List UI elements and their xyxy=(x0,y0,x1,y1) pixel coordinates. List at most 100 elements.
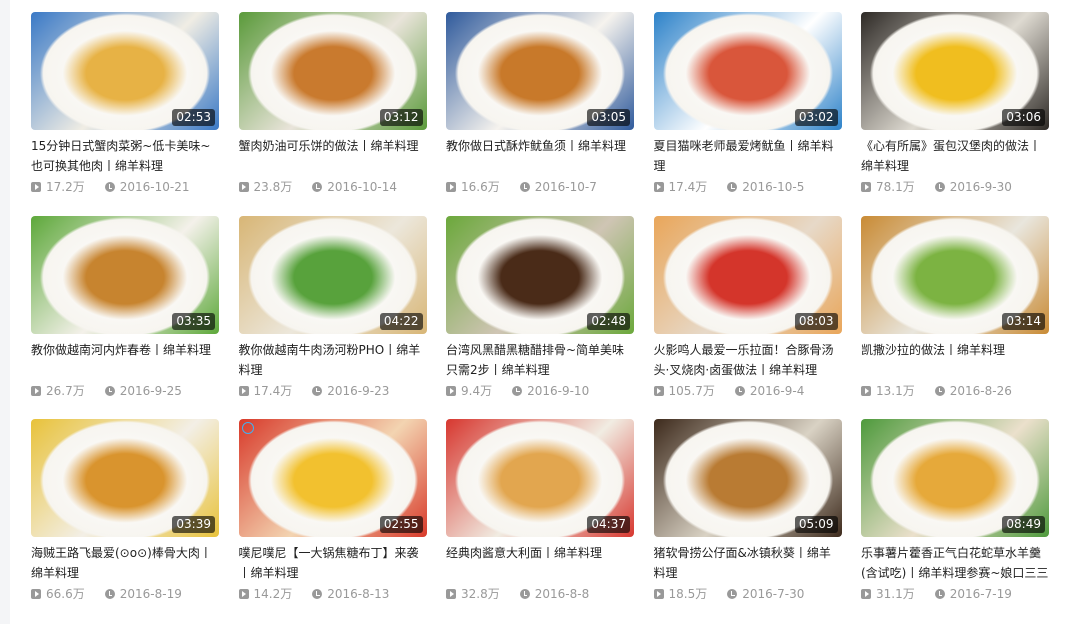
video-card[interactable]: 03:35 教你做越南河内炸春卷丨绵羊料理 26.7万 2016-9-25 xyxy=(31,215,219,420)
play-count: 26.7万 xyxy=(46,383,85,398)
video-title[interactable]: 教你做日式酥炸鱿鱼须丨绵羊料理 xyxy=(446,136,634,176)
video-thumbnail[interactable]: 08:49 xyxy=(861,419,1049,537)
video-thumbnail[interactable]: 03:39 xyxy=(31,419,219,537)
video-duration: 08:49 xyxy=(1002,516,1045,533)
video-title[interactable]: 15分钟日式蟹肉菜粥~低卡美味~也可换其他肉丨绵羊料理 xyxy=(31,136,219,176)
video-duration: 03:02 xyxy=(794,109,838,126)
video-title[interactable]: 噗尼噗尼【一大锅焦糖布丁】来袭丨绵羊料理 xyxy=(239,543,427,583)
video-meta: 17.2万 2016-10-21 xyxy=(31,179,219,195)
play-count: 9.4万 xyxy=(461,383,493,398)
play-count: 78.1万 xyxy=(876,180,915,194)
video-title[interactable]: 经典肉酱意大利面丨绵羊料理 xyxy=(446,543,634,583)
video-card[interactable]: 04:37 经典肉酱意大利面丨绵羊料理 32.8万 2016-8-8 xyxy=(446,419,634,623)
video-title[interactable]: 教你做越南河内炸春卷丨绵羊料理 xyxy=(31,340,219,380)
video-meta: 17.4万 2016-10-5 xyxy=(653,179,842,195)
video-thumbnail[interactable]: 02:53 xyxy=(31,12,219,130)
video-duration: 04:22 xyxy=(379,312,423,330)
upload-date: 2016-9-4 xyxy=(749,383,805,398)
video-thumbnail[interactable]: 04:37 xyxy=(446,419,634,537)
video-meta: 16.6万 2016-10-7 xyxy=(446,179,634,195)
upload-date: 2016-9-25 xyxy=(119,383,182,398)
video-meta: 66.6万 2016-8-19 xyxy=(31,586,219,602)
badge-icon xyxy=(241,422,254,434)
clock-icon xyxy=(104,589,115,599)
video-thumbnail[interactable]: 03:06 xyxy=(861,12,1049,130)
clock-icon xyxy=(519,182,530,192)
video-card[interactable]: 02:55 噗尼噗尼【一大锅焦糖布丁】来袭丨绵羊料理 14.2万 2016-8-… xyxy=(238,419,427,623)
video-card[interactable]: 08:03 火影鸣人最爱一乐拉面！合豚骨汤头·叉烧肉·卤蛋做法丨绵羊料理 105… xyxy=(653,215,842,420)
play-count-icon xyxy=(238,589,249,599)
play-count-icon xyxy=(653,182,664,192)
play-count-icon xyxy=(861,182,871,192)
play-count: 23.8万 xyxy=(253,180,293,194)
video-card[interactable]: 03:02 夏目猫咪老师最爱烤鱿鱼丨绵羊料理 17.4万 2016-10-5 xyxy=(653,12,842,216)
video-duration: 08:03 xyxy=(794,312,838,330)
video-title[interactable]: 火影鸣人最爱一乐拉面！合豚骨汤头·叉烧肉·卤蛋做法丨绵羊料理 xyxy=(654,340,842,380)
video-grid: 02:53 15分钟日式蟹肉菜粥~低卡美味~也可换其他肉丨绵羊料理 17.2万 … xyxy=(31,12,1049,623)
video-meta: 18.5万 2016-7-30 xyxy=(653,586,842,602)
video-card[interactable]: 03:12 蟹肉奶油可乐饼的做法丨绵羊料理 23.8万 2016-10-14 xyxy=(238,12,427,216)
clock-icon xyxy=(312,385,323,396)
video-card[interactable]: 03:14 凯撒沙拉的做法丨绵羊料理 13.1万 2016-8-26 xyxy=(861,215,1049,420)
clock-icon xyxy=(519,589,530,599)
video-thumbnail[interactable]: 02:55 xyxy=(238,419,427,537)
video-meta: 26.7万 2016-9-25 xyxy=(31,383,219,399)
video-meta: 17.4万 2016-9-23 xyxy=(238,383,427,399)
play-count: 31.1万 xyxy=(876,587,915,601)
video-card[interactable]: 05:09 猪软骨捞公仔面&冰镇秋葵丨绵羊料理 18.5万 2016-7-30 xyxy=(653,419,842,623)
video-thumbnail[interactable]: 03:35 xyxy=(31,215,219,334)
play-count: 105.7万 xyxy=(668,383,715,398)
video-card[interactable]: 03:39 海贼王路飞最爱(⊙o⊙)棒骨大肉丨绵羊料理 66.6万 2016-8… xyxy=(31,419,219,623)
video-title[interactable]: 夏目猫咪老师最爱烤鱿鱼丨绵羊料理 xyxy=(654,136,842,176)
video-thumbnail[interactable]: 08:03 xyxy=(653,215,842,334)
video-title[interactable]: 《心有所属》蛋包汉堡肉的做法丨绵羊料理 xyxy=(861,136,1049,176)
upload-date: 2016-7-30 xyxy=(742,587,805,601)
play-count: 17.4万 xyxy=(668,180,708,194)
video-card[interactable]: 02:48 台湾风黑醋黑糖醋排骨~简单美味只需2步丨绵羊料理 9.4万 2016… xyxy=(446,215,634,420)
upload-date: 2016-10-7 xyxy=(534,180,597,194)
play-count-icon xyxy=(446,589,456,599)
clock-icon xyxy=(934,385,945,396)
play-count-icon xyxy=(446,182,456,192)
video-thumbnail[interactable]: 02:48 xyxy=(446,215,634,334)
video-card[interactable]: 03:06 《心有所属》蛋包汉堡肉的做法丨绵羊料理 78.1万 2016-9-3… xyxy=(861,12,1049,216)
play-count-icon xyxy=(446,385,456,396)
video-list-panel: 02:53 15分钟日式蟹肉菜粥~低卡美味~也可换其他肉丨绵羊料理 17.2万 … xyxy=(10,0,1080,624)
video-duration: 02:53 xyxy=(172,109,215,126)
upload-date: 2016-7-19 xyxy=(949,587,1012,601)
video-title[interactable]: 台湾风黑醋黑糖醋排骨~简单美味只需2步丨绵羊料理 xyxy=(446,340,634,380)
video-duration: 03:14 xyxy=(1002,312,1045,330)
video-duration: 04:37 xyxy=(587,516,630,533)
video-duration: 03:35 xyxy=(172,312,215,330)
video-meta: 78.1万 2016-9-30 xyxy=(861,179,1049,195)
video-thumbnail[interactable]: 03:05 xyxy=(446,12,634,130)
video-card[interactable]: 03:05 教你做日式酥炸鱿鱼须丨绵羊料理 16.6万 2016-10-7 xyxy=(446,12,634,216)
video-thumbnail[interactable]: 05:09 xyxy=(653,419,842,537)
clock-icon xyxy=(104,385,115,396)
play-count: 17.4万 xyxy=(253,383,293,398)
play-count-icon xyxy=(31,589,41,599)
video-card[interactable]: 04:22 教你做越南牛肉汤河粉PHO丨绵羊料理 17.4万 2016-9-23 xyxy=(238,215,427,420)
video-title[interactable]: 蟹肉奶油可乐饼的做法丨绵羊料理 xyxy=(239,136,427,176)
clock-icon xyxy=(934,589,945,599)
video-meta: 105.7万 2016-9-4 xyxy=(653,383,842,399)
video-card[interactable]: 02:53 15分钟日式蟹肉菜粥~低卡美味~也可换其他肉丨绵羊料理 17.2万 … xyxy=(31,12,219,216)
upload-date: 2016-10-5 xyxy=(742,180,805,194)
video-thumbnail[interactable]: 04:22 xyxy=(238,215,427,334)
video-title[interactable]: 教你做越南牛肉汤河粉PHO丨绵羊料理 xyxy=(239,340,427,380)
video-meta: 14.2万 2016-8-13 xyxy=(238,586,427,602)
video-thumbnail[interactable]: 03:12 xyxy=(238,12,427,130)
video-title[interactable]: 猪软骨捞公仔面&冰镇秋葵丨绵羊料理 xyxy=(654,543,842,583)
video-card[interactable]: 08:49 乐事薯片藿香正气白花蛇草水羊羹(含试吃)丨绵羊料理参赛~娘口三三 3… xyxy=(861,419,1049,623)
play-count-icon xyxy=(653,589,664,599)
video-title[interactable]: 乐事薯片藿香正气白花蛇草水羊羹(含试吃)丨绵羊料理参赛~娘口三三 xyxy=(861,543,1049,583)
clock-icon xyxy=(312,182,323,192)
video-thumbnail[interactable]: 03:02 xyxy=(653,12,842,130)
video-title[interactable]: 海贼王路飞最爱(⊙o⊙)棒骨大肉丨绵羊料理 xyxy=(31,543,219,583)
upload-date: 2016-9-30 xyxy=(949,180,1012,194)
clock-icon xyxy=(934,182,945,192)
video-duration: 03:12 xyxy=(379,109,423,126)
video-thumbnail[interactable]: 03:14 xyxy=(861,215,1049,334)
video-title[interactable]: 凯撒沙拉的做法丨绵羊料理 xyxy=(861,340,1049,380)
upload-date: 2016-10-14 xyxy=(327,180,397,194)
